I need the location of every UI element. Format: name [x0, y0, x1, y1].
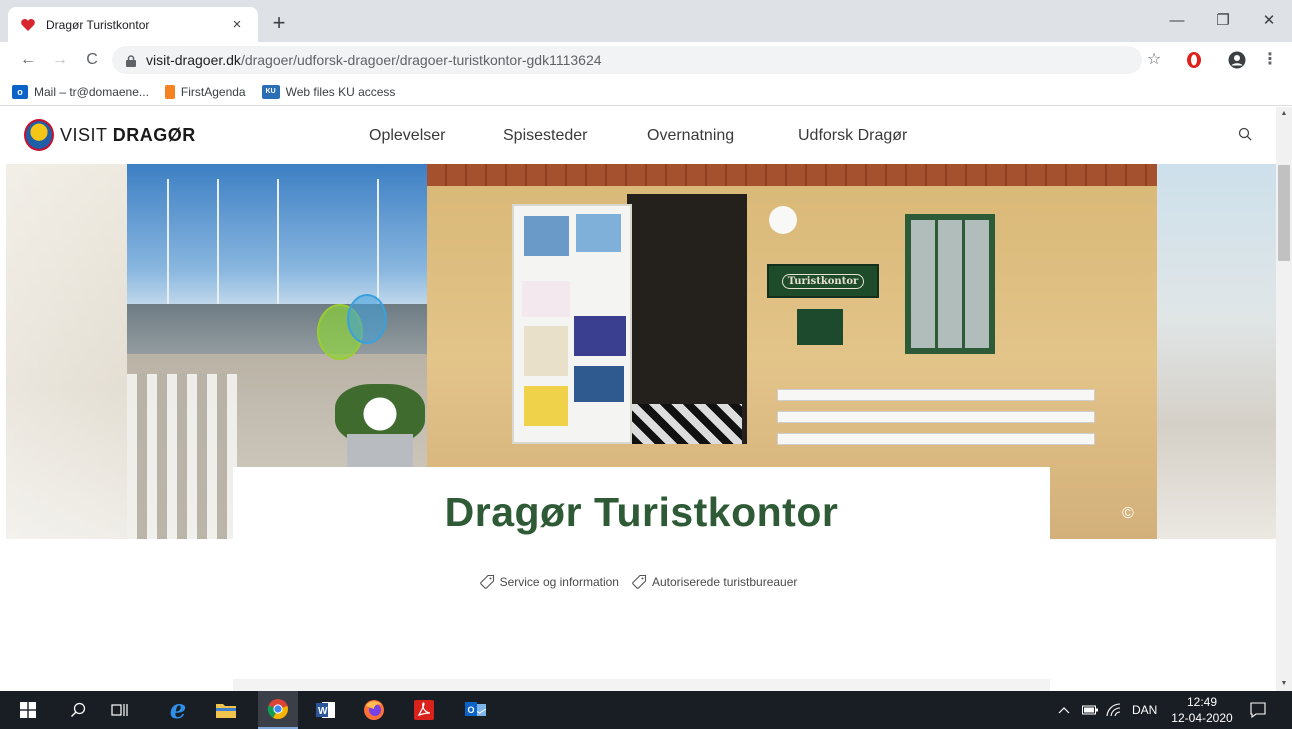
browser-menu-icon[interactable]: ⋮: [1262, 48, 1278, 72]
hero-prev-slide[interactable]: [6, 164, 127, 539]
word-icon[interactable]: W: [306, 691, 346, 729]
acrobat-icon[interactable]: [404, 691, 444, 729]
bookmark-star-icon[interactable]: ☆: [1144, 48, 1164, 72]
windows-taskbar: e W O DAN 12:49 12-04-2020: [0, 691, 1292, 729]
outlook-taskbar-icon[interactable]: O: [456, 691, 496, 729]
visit-dragor-logo[interactable]: VISIT DRAGØR: [24, 119, 196, 151]
site-header: VISIT DRAGØR Oplevelser Spisesteder Over…: [0, 107, 1276, 164]
close-window-button[interactable]: ✕: [1246, 6, 1292, 36]
nav-overnatning[interactable]: Overnatning: [647, 127, 734, 145]
tag-list: Service og information Autoriserede turi…: [0, 574, 1276, 590]
back-button[interactable]: ←: [16, 48, 40, 72]
bookmark-ku-access[interactable]: KU Web files KU access: [261, 84, 396, 99]
taskbar-clock[interactable]: 12:49 12-04-2020: [1166, 694, 1238, 726]
turistkontor-sign: Turistkontor: [767, 264, 879, 298]
windows-start-icon[interactable]: [8, 691, 48, 729]
language-indicator[interactable]: DAN: [1132, 691, 1157, 729]
tag-label: Service og information: [499, 575, 619, 589]
nav-spisesteder[interactable]: Spisesteder: [503, 127, 588, 145]
tab-title: Dragør Turistkontor: [46, 17, 150, 32]
internet-explorer-icon[interactable]: e: [158, 691, 198, 729]
notifications-icon[interactable]: [1250, 691, 1266, 729]
dragor-crest-icon: [24, 119, 54, 151]
tag-icon: [479, 574, 494, 589]
copyright-icon[interactable]: ©: [1122, 505, 1134, 523]
tag-service-og-information[interactable]: Service og information: [479, 574, 619, 590]
bookmark-label: FirstAgenda: [180, 84, 246, 99]
bookmark-mail[interactable]: o Mail – tr@domaene...: [12, 84, 149, 99]
title-card: Dragør Turistkontor: [233, 467, 1050, 539]
heart-favicon-icon: [20, 17, 36, 33]
wifi-icon[interactable]: [1106, 691, 1122, 729]
tag-autoriserede-turistbureauer[interactable]: Autoriserede turistbureauer: [631, 574, 797, 590]
logo-text: VISIT DRAGØR: [60, 124, 196, 145]
svg-text:O: O: [468, 705, 475, 715]
task-view-icon[interactable]: [100, 691, 140, 729]
search-icon[interactable]: [1238, 127, 1256, 145]
web-page: VISIT DRAGØR Oplevelser Spisesteder Over…: [0, 107, 1276, 691]
nav-udforsk-dragor[interactable]: Udforsk Dragør: [798, 127, 907, 145]
nav-oplevelser[interactable]: Oplevelser: [369, 127, 445, 145]
clock-date: 12-04-2020: [1171, 711, 1233, 725]
scroll-up-icon[interactable]: ▲: [1276, 107, 1292, 121]
page-title: Dragør Turistkontor: [444, 489, 839, 535]
forward-button[interactable]: →: [48, 48, 72, 72]
scroll-down-icon[interactable]: ▼: [1276, 677, 1292, 691]
content-card: [233, 679, 1050, 691]
scrollbar-thumb[interactable]: [1278, 165, 1290, 261]
poster-board: [512, 204, 632, 444]
outlook-icon: o: [12, 84, 28, 99]
bookmarks-bar: o Mail – tr@domaene... FirstAgenda KU We…: [0, 78, 1292, 106]
url-host: visit-dragoer.dk: [146, 52, 241, 68]
file-explorer-icon[interactable]: [206, 691, 246, 729]
battery-icon[interactable]: [1082, 691, 1098, 729]
firstagenda-icon: [164, 84, 175, 99]
search-taskbar-icon[interactable]: [58, 691, 98, 729]
ku-icon: KU: [261, 84, 280, 99]
minimize-button[interactable]: —: [1154, 6, 1200, 36]
page-scrollbar[interactable]: ▲ ▼: [1276, 107, 1292, 691]
bookmark-label: Web files KU access: [285, 84, 396, 99]
hero-next-slide[interactable]: [1157, 164, 1276, 539]
new-tab-button[interactable]: +: [266, 10, 292, 36]
bookmark-firstagenda[interactable]: FirstAgenda: [164, 84, 246, 99]
browser-toolbar: ← → C visit-dragoer.dk/dragoer/udforsk-d…: [0, 42, 1292, 78]
tab-close-icon[interactable]: ×: [228, 16, 246, 33]
lock-icon: [126, 54, 136, 67]
tab-strip: Dragør Turistkontor × + — ❐ ✕: [0, 0, 1292, 42]
tag-label: Autoriserede turistbureauer: [651, 575, 798, 589]
chrome-taskbar-icon[interactable]: [258, 691, 298, 729]
clock-time: 12:49: [1186, 695, 1218, 709]
svg-text:W: W: [318, 706, 328, 717]
profile-icon[interactable]: [1226, 48, 1248, 72]
bookmark-label: Mail – tr@domaene...: [34, 84, 149, 99]
reload-button[interactable]: C: [80, 48, 104, 72]
firefox-icon[interactable]: [354, 691, 394, 729]
address-bar[interactable]: visit-dragoer.dk/dragoer/udforsk-dragoer…: [112, 46, 1142, 74]
maximize-button[interactable]: ❐: [1200, 6, 1246, 36]
browser-tab[interactable]: Dragør Turistkontor ×: [8, 7, 258, 42]
tag-icon: [632, 574, 647, 589]
opera-extension-icon[interactable]: [1184, 48, 1204, 72]
tray-overflow-icon[interactable]: [1058, 691, 1070, 729]
url-path: /dragoer/udforsk-dragoer/dragoer-turistk…: [240, 52, 602, 68]
